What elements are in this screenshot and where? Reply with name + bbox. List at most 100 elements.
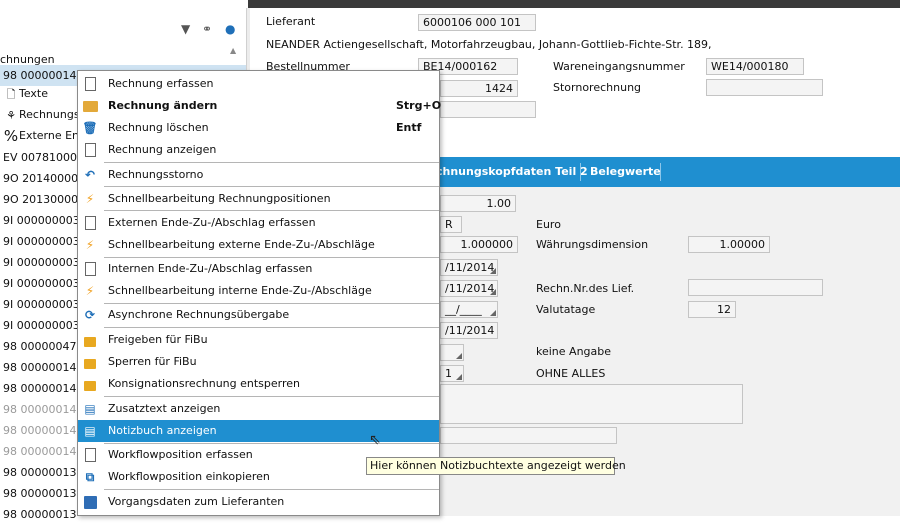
currency-field[interactable]: R bbox=[440, 216, 462, 233]
menu-item-schnell-interne[interactable]: ⚡ Schnellbearbeitung interne Ende-Zu-/Abs… bbox=[78, 280, 439, 302]
note-icon: ▤ bbox=[84, 402, 96, 416]
undo-icon: ↶ bbox=[84, 168, 96, 182]
shopping-bag-icon bbox=[82, 494, 98, 510]
tree-row-label: 9I 000000003 bbox=[3, 235, 80, 248]
menu-item-rechnung-erfassen[interactable]: Rechnung erfassen bbox=[78, 73, 439, 95]
menu-item-externen-erfassen[interactable]: Externen Ende-Zu-/Abschlag erfassen bbox=[78, 212, 439, 234]
invoice-icon: ⚘ bbox=[6, 108, 16, 122]
document-icon: 🗋 bbox=[6, 87, 16, 101]
menu-item-label: Notizbuch anzeigen bbox=[108, 424, 217, 437]
menu-separator bbox=[104, 162, 439, 163]
status-dot-icon[interactable]: ● bbox=[225, 22, 235, 36]
tab-kopfdaten-2[interactable]: chnungskopfdaten Teil 2 bbox=[436, 157, 588, 187]
menu-item-label: Workflowposition erfassen bbox=[108, 448, 253, 461]
menu-separator bbox=[104, 327, 439, 328]
notes-area[interactable] bbox=[440, 384, 743, 424]
date-field-2[interactable]: /11/2014 bbox=[440, 280, 498, 297]
tree-row-label: 9O 20130000 bbox=[3, 193, 79, 206]
tree-row-label: 98 00000013 bbox=[3, 508, 77, 521]
tree-row-label: 9I 000000003 bbox=[3, 319, 80, 332]
menu-item-internen-erfassen[interactable]: Internen Ende-Zu-/Abschlag erfassen bbox=[78, 258, 439, 280]
mouse-cursor-icon: ⇖ bbox=[369, 432, 381, 448]
lightning-icon: ⚡ bbox=[85, 238, 95, 252]
tree-row-label: 9I 000000003 bbox=[3, 256, 80, 269]
document-icon bbox=[82, 215, 98, 231]
storno-field[interactable] bbox=[706, 79, 823, 96]
menu-item-label: Schnellbearbeitung interne Ende-Zu-/Absc… bbox=[108, 284, 372, 297]
lightning-icon: ⚡ bbox=[85, 284, 95, 298]
rechn-nr-field[interactable] bbox=[688, 279, 823, 296]
date-field-1[interactable]: /11/2014 bbox=[440, 259, 498, 276]
factor-field[interactable]: 1.00 bbox=[440, 195, 516, 212]
date-field-1-value: /11/2014 bbox=[445, 261, 495, 274]
menu-separator bbox=[104, 396, 439, 397]
ohne-alles-text: OHNE ALLES bbox=[536, 367, 606, 380]
menu-item-label: Schnellbearbeitung Rechnungpositionen bbox=[108, 192, 331, 205]
select-field-2[interactable]: 1 bbox=[440, 365, 464, 382]
lieferant-field[interactable]: 6000106 000 101 bbox=[418, 14, 536, 31]
menu-item-label: Rechnung löschen bbox=[108, 121, 209, 134]
filter-icon[interactable]: ▼ bbox=[181, 22, 190, 36]
menu-item-konsignation-entsperren[interactable]: Konsignationsrechnung entsperren bbox=[78, 373, 439, 395]
menu-item-rechnung-anzeigen[interactable]: Rechnung anzeigen bbox=[78, 139, 439, 161]
tree-row-label: Externe En bbox=[19, 129, 80, 142]
menu-item-vorgangsdaten[interactable]: Vorgangsdaten zum Lieferanten bbox=[78, 491, 439, 513]
supplier-address: NEANDER Actiengesellschaft, Motorfahrzeu… bbox=[266, 38, 712, 51]
date-field-blank[interactable]: __/____ bbox=[440, 301, 498, 318]
date-dropdown-icon[interactable] bbox=[490, 268, 496, 274]
scroll-up-icon[interactable]: ▲ bbox=[230, 46, 236, 55]
tree-row-label: EV 00781000 bbox=[3, 151, 77, 164]
tree-row-label: 98 00000014 bbox=[3, 403, 77, 416]
view-document-icon bbox=[82, 142, 98, 158]
binoculars-icon[interactable]: ⚭ bbox=[202, 22, 212, 36]
menu-item-label: Zusatztext anzeigen bbox=[108, 402, 221, 415]
menu-item-notizbuch-anzeigen[interactable]: ▤ Notizbuch anzeigen bbox=[78, 420, 439, 442]
menu-item-label: Internen Ende-Zu-/Abschlag erfassen bbox=[108, 262, 313, 275]
menu-item-sperren-fibu[interactable]: Sperren für FiBu bbox=[78, 351, 439, 373]
dropdown-icon[interactable] bbox=[456, 374, 462, 380]
menu-item-label: Konsignationsrechnung entsperren bbox=[108, 377, 300, 390]
context-menu: Rechnung erfassen Rechnung ändern Strg+O … bbox=[77, 70, 441, 516]
menu-item-schnell-externe[interactable]: ⚡ Schnellbearbeitung externe Ende-Zu-/Abs… bbox=[78, 234, 439, 256]
menu-item-freigeben-fibu[interactable]: Freigeben für FiBu bbox=[78, 329, 439, 351]
valutatage-field[interactable]: 12 bbox=[688, 301, 736, 318]
date-field-3[interactable]: /11/2014 bbox=[440, 322, 498, 339]
amount-field[interactable]: 1424 bbox=[440, 80, 518, 97]
menu-item-rechnungsstorno[interactable]: ↶ Rechnungsstorno bbox=[78, 164, 439, 186]
storno-label: Stornorechnung bbox=[553, 81, 642, 94]
tree-row-label: 98 00000047 bbox=[3, 340, 77, 353]
menu-item-zusatztext-anzeigen[interactable]: ▤ Zusatztext anzeigen bbox=[78, 398, 439, 420]
async-transfer-icon: ⟳ bbox=[84, 308, 96, 322]
select-field-1[interactable] bbox=[440, 344, 464, 361]
tab-belegwerte[interactable]: Belegwerte bbox=[590, 157, 661, 187]
menu-item-rechnung-aendern[interactable]: Rechnung ändern Strg+O bbox=[78, 95, 441, 117]
wareneingang-field[interactable]: WE14/000180 bbox=[706, 58, 804, 75]
menu-item-label: Rechnung anzeigen bbox=[108, 143, 217, 156]
top-bar bbox=[0, 0, 900, 8]
tree-row-label: 9I 000000003 bbox=[3, 214, 80, 227]
active-tab[interactable] bbox=[0, 0, 248, 8]
tree-row-label: 98 00000014 bbox=[3, 361, 77, 374]
rate-field[interactable]: 1.000000 bbox=[440, 236, 518, 253]
dropdown-icon[interactable] bbox=[456, 353, 462, 359]
menu-item-asynchrone-uebergabe[interactable]: ⟳ Asynchrone Rechnungsübergabe bbox=[78, 304, 439, 326]
date-dropdown-icon[interactable] bbox=[490, 289, 496, 295]
tree-row-label: 98 00000013 bbox=[3, 487, 77, 500]
copy-icon: ⧉ bbox=[85, 470, 95, 484]
menu-item-schnell-positionen[interactable]: ⚡ Schnellbearbeitung Rechnungpositionen bbox=[78, 188, 439, 210]
menu-item-label: Rechnung erfassen bbox=[108, 77, 214, 90]
date-dropdown-icon[interactable] bbox=[490, 310, 496, 316]
tab-separator bbox=[660, 163, 661, 181]
tree-row-label: 98 00000014 bbox=[3, 382, 77, 395]
menu-item-label: Freigeben für FiBu bbox=[108, 333, 208, 346]
lieferant-label: Lieferant bbox=[266, 15, 316, 28]
menu-item-rechnung-loeschen[interactable]: 🗑 Rechnung löschen Entf bbox=[78, 117, 439, 139]
date-field-3-value: /11/2014 bbox=[445, 324, 495, 337]
date-field-2-value: /11/2014 bbox=[445, 282, 495, 295]
extra-field[interactable] bbox=[440, 101, 536, 118]
waehrungsdim-field[interactable]: 1.00000 bbox=[688, 236, 770, 253]
menu-item-label: Schnellbearbeitung externe Ende-Zu-/Absc… bbox=[108, 238, 375, 251]
bottom-field[interactable] bbox=[440, 427, 617, 444]
percent-icon: % bbox=[3, 126, 19, 145]
notebook-icon: ▤ bbox=[84, 424, 96, 438]
